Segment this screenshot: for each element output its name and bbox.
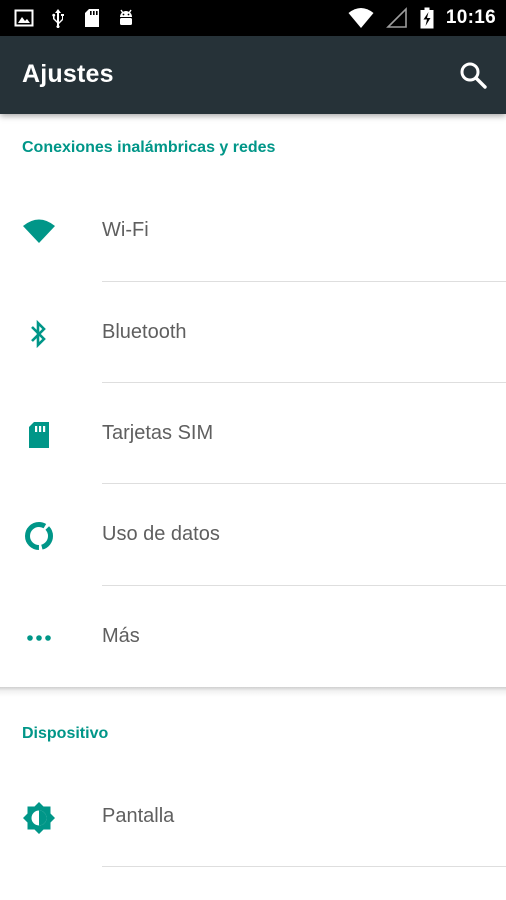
section-divider	[0, 687, 506, 697]
divider	[102, 281, 506, 282]
usb-icon	[52, 9, 64, 28]
settings-item-label: Pantalla	[102, 805, 175, 827]
system-icons: 10:16	[348, 6, 496, 30]
sim-card-icon	[29, 422, 49, 448]
wifi-signal-icon	[348, 8, 374, 28]
app-bar: Ajustes	[0, 36, 506, 114]
settings-item-label: Tarjetas SIM	[102, 422, 214, 444]
sd-card-icon	[85, 9, 99, 27]
search-icon[interactable]	[458, 60, 488, 90]
more-dots-icon	[27, 635, 51, 641]
wifi-icon	[23, 219, 55, 243]
settings-item-label: Uso de datos	[102, 523, 220, 545]
section-header-device: Dispositivo	[22, 725, 109, 742]
settings-item-label: Wi-Fi	[102, 219, 149, 241]
image-icon	[14, 9, 34, 27]
bluetooth-icon	[31, 319, 46, 349]
settings-item-more[interactable]: Más	[0, 587, 506, 687]
divider	[102, 382, 506, 383]
section-header-wireless: Conexiones inalámbricas y redes	[22, 139, 276, 156]
divider	[102, 483, 506, 484]
settings-item-data-usage[interactable]: Uso de datos	[0, 485, 506, 585]
notification-icons	[14, 7, 136, 29]
status-clock: 10:16	[445, 7, 496, 28]
data-usage-icon	[25, 522, 53, 550]
divider	[102, 585, 506, 586]
settings-item-label: Bluetooth	[102, 321, 187, 343]
brightness-icon	[23, 802, 55, 834]
status-bar: 10:16	[0, 0, 506, 36]
android-icon	[120, 9, 132, 25]
cell-signal-icon	[385, 7, 407, 28]
divider	[102, 866, 506, 867]
settings-item-display[interactable]: Pantalla	[0, 767, 506, 867]
page-title: Ajustes	[22, 60, 114, 88]
battery-icon	[420, 7, 434, 29]
settings-item-bluetooth[interactable]: Bluetooth	[0, 283, 506, 383]
settings-item-label: Más	[102, 625, 140, 647]
settings-item-sim-cards[interactable]: Tarjetas SIM	[0, 384, 506, 484]
settings-item-wifi[interactable]: Wi-Fi	[0, 181, 506, 281]
